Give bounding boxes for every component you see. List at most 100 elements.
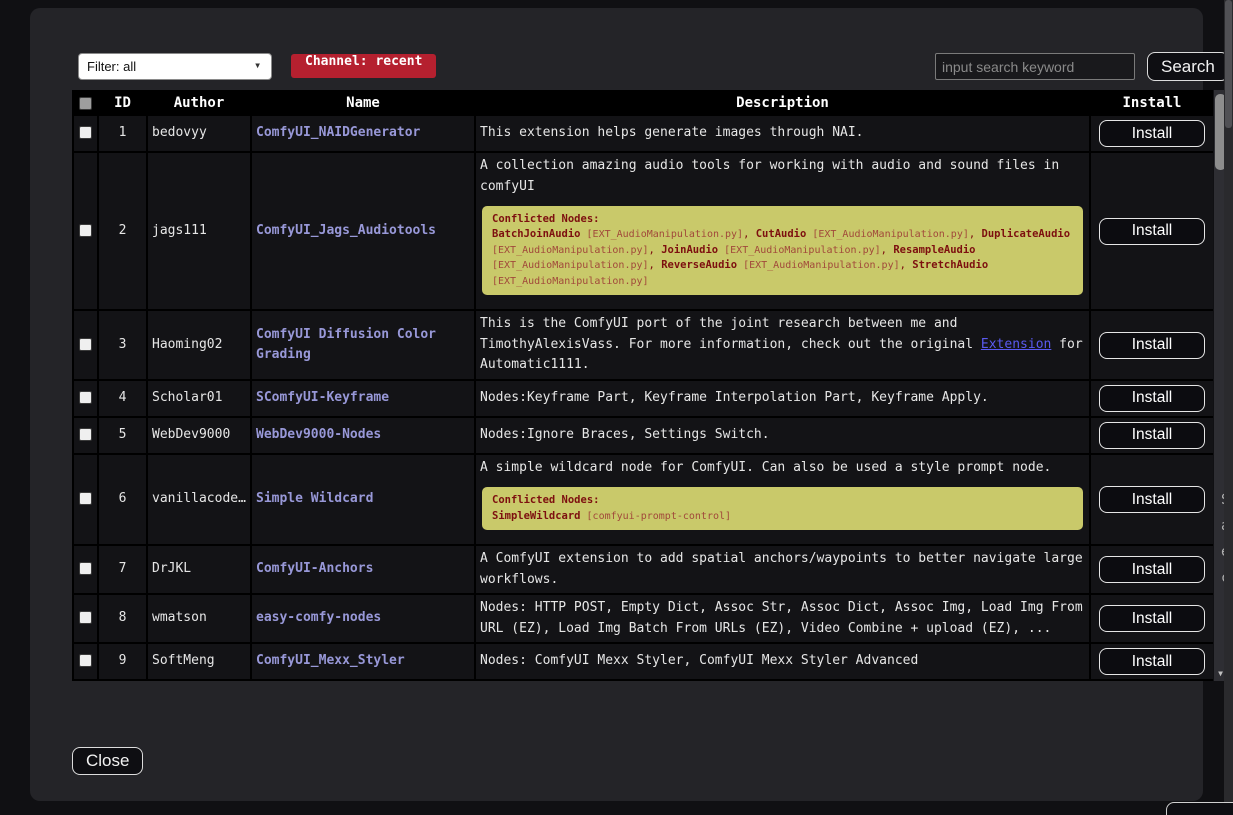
row-description: Nodes:Keyframe Part, Keyframe Interpolat…	[475, 380, 1090, 417]
page-scrollbar-track[interactable]	[1224, 0, 1233, 815]
search-input[interactable]	[935, 53, 1135, 80]
row-checkbox[interactable]	[79, 428, 92, 441]
row-id: 8	[98, 594, 147, 643]
table-row: 10 zcfrank1st ComfyUI Yolov8 Nodes: Yolo…	[73, 680, 1213, 681]
row-description: This extension helps generate images thr…	[475, 115, 1090, 152]
table-row: 4 Scholar01 SComfyUI-Keyframe Nodes:Keyf…	[73, 380, 1213, 417]
row-id: 2	[98, 152, 147, 310]
row-name[interactable]: ComfyUI_Mexx_Styler	[256, 653, 405, 668]
row-id: 5	[98, 417, 147, 454]
row-description: Nodes: ComfyUI Mexx Styler, ComfyUI Mexx…	[475, 643, 1090, 680]
description-link[interactable]: Extension	[981, 337, 1051, 352]
description-text: Nodes: ComfyUI Mexx Styler, ComfyUI Mexx…	[480, 651, 1085, 672]
install-button[interactable]: Install	[1099, 218, 1205, 245]
description-text: Nodes:Ignore Braces, Settings Switch.	[480, 425, 1085, 446]
page-scrollbar-thumb[interactable]	[1225, 0, 1232, 128]
row-checkbox[interactable]	[79, 492, 92, 505]
row-author: zcfrank1st	[147, 680, 251, 681]
table-row: 1 bedovyy ComfyUI_NAIDGenerator This ext…	[73, 115, 1213, 152]
row-author: vanillacode…	[147, 454, 251, 545]
row-name[interactable]: ComfyUI_Jags_Audiotools	[256, 223, 436, 238]
conflicted-nodes-list: SimpleWildcard [comfyui-prompt-control]	[492, 509, 1073, 525]
description-text: Nodes:Keyframe Part, Keyframe Interpolat…	[480, 388, 1085, 409]
row-id: 3	[98, 310, 147, 380]
description-text: This is the ComfyUI port of the joint re…	[480, 314, 1085, 376]
partial-bottom-right-button	[1166, 802, 1233, 815]
row-id: 9	[98, 643, 147, 680]
table-row: 9 SoftMeng ComfyUI_Mexx_Styler Nodes: Co…	[73, 643, 1213, 680]
conflicted-nodes-title: Conflicted Nodes:	[492, 212, 1073, 227]
custom-nodes-table: ID Author Name Description Install 1 bed…	[72, 90, 1213, 681]
row-name[interactable]: ComfyUI-Anchors	[256, 561, 373, 576]
header-description: Description	[475, 91, 1090, 115]
install-button[interactable]: Install	[1099, 648, 1205, 675]
select-all-checkbox[interactable]	[79, 97, 92, 110]
row-description: A ComfyUI extension to add spatial ancho…	[475, 545, 1090, 594]
install-custom-nodes-dialog: Filter: all ▾ Channel: recent Search ID	[30, 8, 1203, 801]
row-id: 7	[98, 545, 147, 594]
header-author: Author	[147, 91, 251, 115]
table-header-row: ID Author Name Description Install	[73, 91, 1213, 115]
row-name[interactable]: ComfyUI_NAIDGenerator	[256, 125, 420, 140]
row-author: bedovyy	[147, 115, 251, 152]
row-author: Scholar01	[147, 380, 251, 417]
install-button[interactable]: Install	[1099, 605, 1205, 632]
header-install: Install	[1090, 91, 1213, 115]
table-row: 8 wmatson easy-comfy-nodes Nodes: HTTP P…	[73, 594, 1213, 643]
row-author: jags111	[147, 152, 251, 310]
install-button[interactable]: Install	[1099, 556, 1205, 583]
row-name[interactable]: ComfyUI Diffusion Color Grading	[256, 327, 436, 363]
row-checkbox[interactable]	[79, 224, 92, 237]
description-text: This extension helps generate images thr…	[480, 123, 1085, 144]
conflicted-nodes-box: Conflicted Nodes:SimpleWildcard [comfyui…	[482, 487, 1083, 530]
row-name[interactable]: WebDev9000-Nodes	[256, 427, 381, 442]
table-rows: 1 bedovyy ComfyUI_NAIDGenerator This ext…	[73, 115, 1213, 681]
row-description: This is the ComfyUI port of the joint re…	[475, 310, 1090, 380]
row-author: wmatson	[147, 594, 251, 643]
row-checkbox[interactable]	[79, 391, 92, 404]
table-row: 2 jags111 ComfyUI_Jags_Audiotools A coll…	[73, 152, 1213, 310]
row-author: Haoming02	[147, 310, 251, 380]
row-name[interactable]: easy-comfy-nodes	[256, 610, 381, 625]
filter-select[interactable]: Filter: all	[78, 53, 272, 80]
description-text: Nodes: HTTP POST, Empty Dict, Assoc Str,…	[480, 598, 1085, 639]
channel-badge: Channel: recent	[291, 54, 436, 78]
row-checkbox[interactable]	[79, 338, 92, 351]
conflicted-nodes-box: Conflicted Nodes:BatchJoinAudio [EXT_Aud…	[482, 206, 1083, 295]
row-checkbox[interactable]	[79, 611, 92, 624]
row-name[interactable]: SComfyUI-Keyframe	[256, 390, 389, 405]
install-button[interactable]: Install	[1099, 486, 1205, 513]
row-description: A collection amazing audio tools for wor…	[475, 152, 1090, 310]
table-row: 6 vanillacode… Simple Wildcard A simple …	[73, 454, 1213, 545]
install-button[interactable]: Install	[1099, 385, 1205, 412]
table-row: 7 DrJKL ComfyUI-Anchors A ComfyUI extens…	[73, 545, 1213, 594]
screen: Filter: all ▾ Channel: recent Search ID	[0, 0, 1233, 815]
header-id: ID	[98, 91, 147, 115]
row-name[interactable]: Simple Wildcard	[256, 491, 373, 506]
row-description: Nodes: Yolov8Detection, Yolov8Segmentati…	[475, 680, 1090, 681]
table-row: 5 WebDev9000 WebDev9000-Nodes Nodes:Igno…	[73, 417, 1213, 454]
header-name: Name	[251, 91, 475, 115]
row-description: A simple wildcard node for ComfyUI. Can …	[475, 454, 1090, 545]
row-checkbox[interactable]	[79, 654, 92, 667]
conflicted-nodes-title: Conflicted Nodes:	[492, 493, 1073, 508]
row-checkbox[interactable]	[79, 126, 92, 139]
row-author: DrJKL	[147, 545, 251, 594]
row-description: Nodes:Ignore Braces, Settings Switch.	[475, 417, 1090, 454]
row-author: WebDev9000	[147, 417, 251, 454]
row-id: 1	[98, 115, 147, 152]
table-row: 3 Haoming02 ComfyUI Diffusion Color Grad…	[73, 310, 1213, 380]
row-checkbox[interactable]	[79, 562, 92, 575]
row-id: 6	[98, 454, 147, 545]
install-button[interactable]: Install	[1099, 332, 1205, 359]
description-text: A collection amazing audio tools for wor…	[480, 156, 1085, 197]
close-button[interactable]: Close	[72, 747, 143, 775]
conflicted-nodes-list: BatchJoinAudio [EXT_AudioManipulation.py…	[492, 227, 1073, 289]
install-button[interactable]: Install	[1099, 422, 1205, 449]
row-id: 4	[98, 380, 147, 417]
description-text: A simple wildcard node for ComfyUI. Can …	[480, 458, 1085, 479]
custom-nodes-table-wrap: ID Author Name Description Install 1 bed…	[72, 90, 1213, 681]
description-text: A ComfyUI extension to add spatial ancho…	[480, 549, 1085, 590]
search-button[interactable]: Search	[1147, 52, 1229, 81]
install-button[interactable]: Install	[1099, 120, 1205, 147]
